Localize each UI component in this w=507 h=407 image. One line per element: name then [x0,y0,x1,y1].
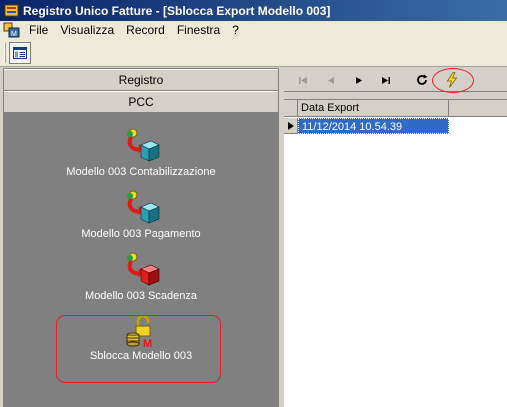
pcc-shortcuts: Modello 003 Contabilizzazione Modello 00… [4,113,278,407]
nav-next-button[interactable] [348,70,370,90]
grid-header: Data Export [284,100,507,117]
window-title: Registro Unico Fatture - [Sblocca Export… [23,3,331,18]
cube-teal-icon [127,190,160,224]
svg-text:M: M [11,31,17,38]
annotation-highlight-rect [56,315,221,383]
next-record-icon [356,76,362,84]
panel-list-icon [13,47,27,59]
nav-prior-button[interactable] [320,70,342,90]
cube-teal-icon [127,128,160,162]
column-header-data-export[interactable]: Data Export [298,100,449,116]
menu-help[interactable]: ? [226,23,245,37]
shortcut-label: Modello 003 Pagamento [81,228,201,240]
mdi-child-icon[interactable]: M [3,22,21,38]
shortcut-scadenza[interactable]: Modello 003 Scadenza [4,249,278,302]
cell-data-export[interactable]: 11/12/2014 10.54.39 [298,118,449,134]
cube-red-icon [127,252,160,286]
nav-last-button[interactable] [375,70,397,90]
toolbar [0,39,507,67]
row-indicator-icon [284,118,298,134]
toolbar-grip[interactable] [4,43,6,63]
app-icon [4,4,19,17]
show-panel-button[interactable] [9,42,31,64]
title-bar: Registro Unico Fatture - [Sblocca Export… [0,0,507,21]
shortcut-label: Modello 003 Contabilizzazione [66,166,216,178]
group-pcc[interactable]: PCC [4,91,278,113]
refresh-icon [417,74,428,85]
outlook-panel: Registro PCC Modello 003 Contabilizzazio… [3,68,279,407]
last-record-icon [382,76,390,84]
menu-visualizza[interactable]: Visualizza [54,23,120,37]
nav-refresh-button[interactable] [411,70,433,90]
menu-file[interactable]: File [23,23,54,37]
menu-record[interactable]: Record [120,23,171,37]
annotation-highlight-ellipse [432,68,474,93]
grid-indicator-header [284,100,298,116]
db-navigator [284,68,507,93]
shortcut-contabilizzazione[interactable]: Modello 003 Contabilizzazione [4,125,278,178]
first-record-icon [299,76,307,84]
nav-first-button[interactable] [292,70,314,90]
menu-finestra[interactable]: Finestra [171,23,226,37]
group-registro[interactable]: Registro [4,69,278,91]
export-grid: Data Export 11/12/2014 10.54.39 [284,99,507,407]
table-row[interactable]: 11/12/2014 10.54.39 [284,118,507,134]
prior-record-icon [328,76,334,84]
shortcut-pagamento[interactable]: Modello 003 Pagamento [4,187,278,240]
shortcut-label: Modello 003 Scadenza [85,290,197,302]
menu-bar: M File Visualizza Record Finestra ? [0,21,507,39]
export-panel: Data Export 11/12/2014 10.54.39 [284,68,507,407]
